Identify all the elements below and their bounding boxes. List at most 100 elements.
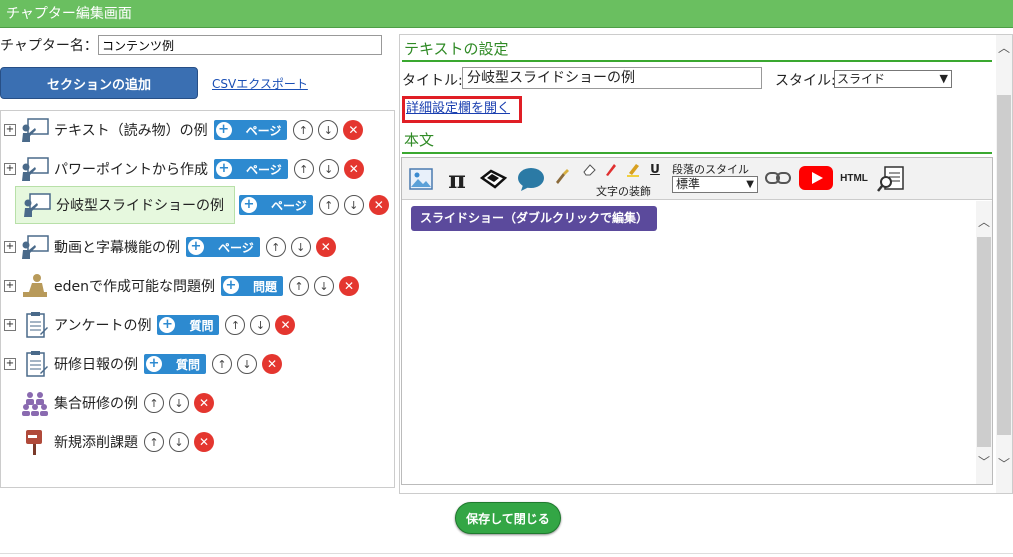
title-label: タイトル: [402,73,463,89]
add-section-button[interactable]: セクションの追加 [0,67,198,99]
scroll-down-icon[interactable]: ﹀ [978,453,990,470]
html-icon[interactable]: HTML [840,170,868,186]
scroll-up-icon[interactable]: ︿ [978,213,990,230]
delete-icon[interactable]: ✕ [368,195,389,215]
scroll-up-icon[interactable]: ︿ [998,39,1010,56]
tree-item-label[interactable]: 新規添削課題 [54,432,138,452]
pi-icon[interactable]: π [444,165,470,194]
title-input[interactable]: 分岐型スライドショーの例 [462,67,762,89]
move-down-icon[interactable]: ↓ [169,393,189,413]
move-up-icon[interactable]: ↑ [265,237,286,257]
tree-row[interactable]: + edenで作成可能な問題例 + 問題 ↑ ↓ ✕ [1,270,360,302]
tree-item-label[interactable]: パワーポイントから作成 [54,159,208,179]
move-down-icon[interactable]: ↓ [318,120,339,140]
move-up-icon[interactable]: ↑ [289,276,310,296]
add-page-button[interactable]: + ページ [239,195,313,215]
tree-row[interactable]: + 動画と字幕機能の例 + ページ ↑ ↓ ✕ [1,231,336,263]
move-down-icon[interactable]: ↓ [314,276,335,296]
move-down-icon[interactable]: ↓ [250,315,271,335]
open-detail-settings-link[interactable]: 詳細設定欄を開く [402,96,522,123]
divider [402,152,992,154]
delete-icon[interactable]: ✕ [194,432,214,452]
highlighter-icon[interactable] [626,161,642,177]
expand-icon[interactable]: + [4,358,16,370]
move-up-icon[interactable]: ↑ [225,315,246,335]
expand-icon[interactable]: + [4,280,16,292]
slideshow-block[interactable]: スライドショー（ダブルクリックで編集） [411,206,658,231]
expand-icon[interactable]: + [4,163,16,175]
tree-item-label[interactable]: アンケートの例 [54,315,151,335]
move-up-icon[interactable]: ↑ [293,120,314,140]
expand-icon[interactable]: + [4,241,16,253]
divider [0,553,1013,554]
move-up-icon[interactable]: ↑ [144,432,164,452]
move-down-icon[interactable]: ↓ [318,159,339,179]
tree-item-label[interactable]: テキスト（読み物）の例 [54,120,208,140]
plus-icon: + [241,197,257,213]
scroll-thumb[interactable] [977,237,991,447]
editor-scrollbar[interactable]: ︿ ﹀ [976,201,992,484]
delete-icon[interactable]: ✕ [194,393,214,413]
comment-icon[interactable] [516,166,546,192]
pen-red-icon[interactable] [603,161,619,177]
move-up-icon[interactable]: ↑ [144,393,164,413]
move-down-icon[interactable]: ↓ [290,237,311,257]
image-icon[interactable] [408,166,434,192]
format-brush-icon[interactable] [552,166,572,186]
delete-icon[interactable]: ✕ [343,159,364,179]
add-page-label: ページ [218,240,254,255]
chevron-down-icon: ▼ [939,72,948,85]
tree-row[interactable]: 集合研修の例 ↑ ↓ ✕ [1,387,214,419]
add-page-button[interactable]: + ページ [213,120,288,140]
move-up-icon[interactable]: ↑ [293,159,314,179]
scroll-thumb[interactable] [997,95,1011,435]
tree-row[interactable]: + アンケートの例 + 質問 ↑ ↓ ✕ [1,309,296,341]
move-down-icon[interactable]: ↓ [169,432,189,452]
panel-scrollbar[interactable]: ︿ ﹀ [996,35,1012,493]
youtube-icon[interactable] [798,165,834,191]
link-icon[interactable] [764,169,792,187]
tree-row[interactable]: + パワーポイントから作成 + ページ ↑ ↓ ✕ [1,153,364,185]
add-question-button[interactable]: + 質問 [144,354,207,374]
add-question-button[interactable]: + 質問 [157,315,220,335]
eraser-icon[interactable] [582,161,598,177]
move-up-icon[interactable]: ↑ [318,195,339,215]
window-title: チャプター編集画面 [0,0,1013,28]
add-page-button[interactable]: + ページ [214,159,288,179]
tree-item-label[interactable]: edenで作成可能な問題例 [54,276,215,296]
style-select[interactable]: スライド ▼ [834,70,952,88]
source-search-icon[interactable] [876,164,906,194]
csv-export-link[interactable]: CSVエクスポート [212,75,308,92]
move-down-icon[interactable]: ↓ [343,195,364,215]
exam-icon [18,270,52,302]
expand-icon[interactable]: + [4,124,16,136]
selected-item[interactable]: 分岐型スライドショーの例 [15,186,235,224]
add-page-button[interactable]: + ページ [186,237,260,257]
shape-icon[interactable] [478,166,508,192]
scroll-down-icon[interactable]: ﹀ [998,455,1010,472]
chapter-name-input[interactable] [98,35,382,55]
expand-icon[interactable]: + [4,319,16,331]
tree-row-selected[interactable]: 分岐型スライドショーの例 + ページ ↑ ↓ ✕ [15,186,389,224]
paragraph-style-select[interactable]: 標準 ▼ [672,176,758,193]
tree-row[interactable]: + 研修日報の例 + 質問 ↑ ↓ ✕ [1,348,283,380]
tree-row[interactable]: + テキスト（読み物）の例 + ページ ↑ ↓ ✕ [1,114,364,146]
tree-row[interactable]: 新規添削課題 ↑ ↓ ✕ [1,426,214,458]
save-and-close-button[interactable]: 保存して閉じる [455,502,561,534]
tree-item-label[interactable]: 研修日報の例 [54,354,138,374]
add-question-button[interactable]: + 問題 [221,276,284,296]
move-down-icon[interactable]: ↓ [237,354,258,374]
underline-icon[interactable]: U [648,161,662,177]
tree-item-label[interactable]: 動画と字幕機能の例 [54,237,180,257]
text-settings-panel: テキストの設定 タイトル: 分岐型スライドショーの例 スタイル: スライド ▼ … [399,34,1013,494]
delete-icon[interactable]: ✕ [275,315,296,335]
post-icon [18,426,52,458]
delete-icon[interactable]: ✕ [315,237,336,257]
delete-icon[interactable]: ✕ [343,120,364,140]
delete-icon[interactable]: ✕ [339,276,360,296]
editor-content[interactable]: スライドショー（ダブルクリックで編集） ︿ ﹀ [402,201,992,484]
delete-icon[interactable]: ✕ [262,354,283,374]
tree-item-label[interactable]: 分岐型スライドショーの例 [56,195,224,215]
move-up-icon[interactable]: ↑ [212,354,233,374]
tree-item-label[interactable]: 集合研修の例 [54,393,138,413]
